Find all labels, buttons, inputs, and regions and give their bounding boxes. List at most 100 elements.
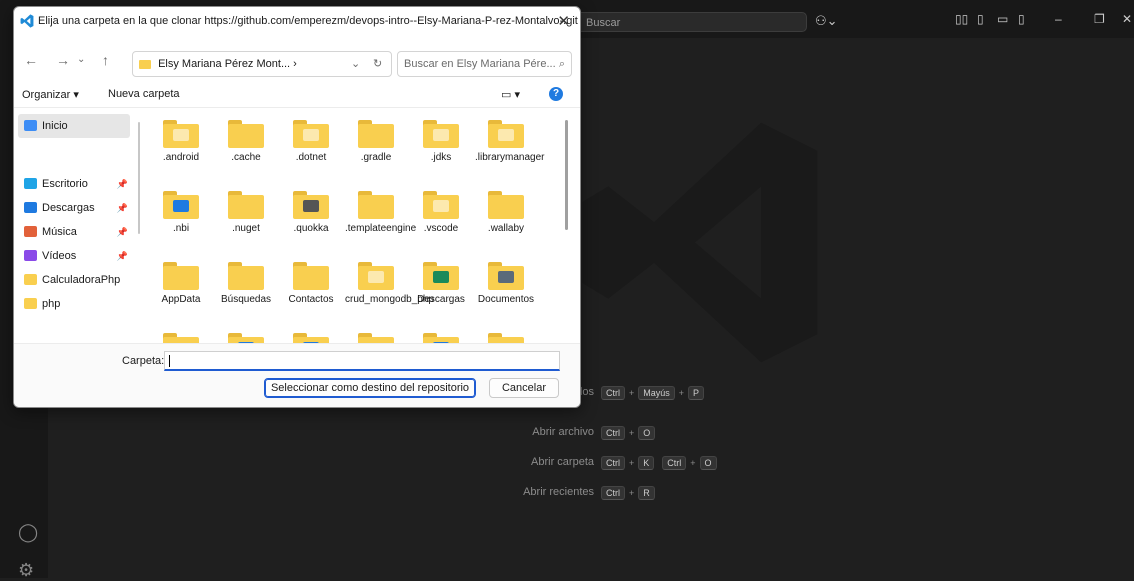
shortcut-keys: Ctrl + K Ctrl + O xyxy=(601,456,719,470)
folder-item[interactable]: .wallaby xyxy=(475,179,537,235)
folder-item[interactable]: .dotnet xyxy=(280,108,342,164)
shortcut-keys: Ctrl + R xyxy=(601,486,657,500)
key-cap: Ctrl xyxy=(601,456,625,470)
folder-item[interactable]: .nuget xyxy=(215,179,277,235)
forward-arrow-icon[interactable]: → xyxy=(56,52,70,68)
nav-item[interactable]: Escritorio 📌 xyxy=(18,172,130,196)
pin-icon: 📌 xyxy=(116,227,128,237)
nav-item[interactable]: Descargas 📌 xyxy=(18,196,130,220)
folder-item[interactable]: .cache xyxy=(215,108,277,164)
folder-item[interactable]: .android xyxy=(150,108,212,164)
nav-item[interactable]: CalculadoraPhp xyxy=(18,268,130,292)
new-folder-button[interactable]: Nueva carpeta xyxy=(108,88,180,100)
folder-item[interactable] xyxy=(215,321,277,343)
toggle-primary-sidebar-icon[interactable]: ▯ xyxy=(977,12,984,26)
folder-icon xyxy=(358,262,394,290)
music-icon xyxy=(24,226,37,237)
folder-item[interactable]: AppData xyxy=(150,250,212,306)
folder-item[interactable] xyxy=(345,321,407,343)
shortcut-label[interactable]: Abrir carpeta xyxy=(531,456,594,468)
shortcut-label[interactable]: Abrir recientes xyxy=(523,486,594,498)
folder-name: .android xyxy=(162,152,200,163)
nav-item[interactable]: Vídeos 📌 xyxy=(18,244,130,268)
close-icon[interactable]: ✕ xyxy=(557,12,570,30)
folder-icon xyxy=(163,333,199,343)
key-cap: R xyxy=(638,486,655,500)
nav-item-label: Escritorio xyxy=(42,178,88,190)
toggle-panel-icon[interactable]: ▭ xyxy=(997,12,1008,26)
folder-item[interactable] xyxy=(475,321,537,343)
video-icon xyxy=(24,250,37,261)
dialog-toolbar: Organizar ▾ Nueva carpeta ▭ ▾ ? xyxy=(14,83,580,108)
help-icon[interactable]: ? xyxy=(549,87,563,101)
folder-name: .cache xyxy=(231,152,261,163)
vscode-search-input[interactable]: Buscar xyxy=(575,12,807,32)
minimize-icon[interactable]: – xyxy=(1055,12,1062,26)
search-input[interactable]: Buscar en Elsy Mariana Pére... ⌕ xyxy=(397,51,572,77)
folder-item[interactable]: .templateengine xyxy=(345,179,416,235)
folder-item[interactable]: crud_mongodb_php xyxy=(345,250,434,306)
pane-scrollbar[interactable] xyxy=(138,122,140,234)
shortcut-label[interactable]: Abrir archivo xyxy=(532,426,594,438)
address-bar[interactable]: Elsy Mariana Pérez Mont... › ⌄ ↻ xyxy=(132,51,392,77)
folder-name: .nuget xyxy=(232,223,260,234)
folder-icon xyxy=(163,262,199,290)
cancel-button[interactable]: Cancelar xyxy=(489,378,559,398)
nav-item[interactable]: Música 📌 xyxy=(18,220,130,244)
folder-name: Contactos xyxy=(288,294,334,305)
organize-button[interactable]: Organizar ▾ xyxy=(22,88,79,101)
folder-icon xyxy=(358,333,394,343)
folder-item[interactable]: .vscode xyxy=(410,179,472,235)
dialog-title: Elija una carpeta en la que clonar https… xyxy=(38,15,578,27)
restore-icon[interactable]: ❐ xyxy=(1094,12,1105,26)
nav-item-label: php xyxy=(42,298,61,310)
folder-icon xyxy=(488,333,524,343)
close-window-icon[interactable]: ✕ xyxy=(1122,12,1132,26)
folder-name: .dotnet xyxy=(295,152,327,163)
folder-item[interactable]: .librarymanager xyxy=(475,108,545,164)
folder-item[interactable] xyxy=(410,321,472,343)
folder-name: crud_mongodb_php xyxy=(345,294,434,305)
view-options-icon[interactable]: ▭ ▾ xyxy=(501,88,520,101)
address-dropdown-icon[interactable]: ⌄ xyxy=(351,52,360,76)
folder-icon xyxy=(228,333,264,343)
nav-item[interactable]: php xyxy=(18,292,130,316)
folder-item[interactable] xyxy=(280,321,342,343)
recent-chevron-icon[interactable]: ⌄ xyxy=(77,54,85,65)
folder-name-input[interactable] xyxy=(164,351,560,371)
folder-item[interactable]: Descargas xyxy=(410,250,472,306)
plus-sign: + xyxy=(629,488,635,498)
refresh-icon[interactable]: ↻ xyxy=(373,52,382,76)
grid-scrollbar[interactable] xyxy=(565,120,568,230)
plus-sign: + xyxy=(629,458,635,468)
back-arrow-icon[interactable]: ← xyxy=(24,52,38,68)
folder-name: .gradle xyxy=(360,152,392,163)
folder-icon xyxy=(24,298,37,309)
folder-icon xyxy=(163,120,199,148)
nav-item-label: Descargas xyxy=(42,202,95,214)
folder-item[interactable]: Búsquedas xyxy=(215,250,277,306)
folder-item[interactable] xyxy=(150,321,212,343)
folder-item[interactable]: .quokka xyxy=(280,179,342,235)
folder-item[interactable]: .gradle xyxy=(345,108,407,164)
search-placeholder: Buscar en Elsy Mariana Pére... xyxy=(404,58,556,70)
up-arrow-icon[interactable]: ↑ xyxy=(102,52,109,68)
folder-icon xyxy=(293,333,329,343)
nav-item[interactable]: Inicio xyxy=(18,114,130,138)
folder-item[interactable]: .jdks xyxy=(410,108,472,164)
folder-icon xyxy=(293,120,329,148)
pin-icon: 📌 xyxy=(116,203,128,213)
nav-item-label: Vídeos xyxy=(42,250,77,262)
folder-item[interactable]: Documentos xyxy=(475,250,537,306)
folder-name: AppData xyxy=(161,294,201,305)
toggle-secondary-sidebar-icon[interactable]: ▯ xyxy=(1018,12,1025,26)
folder-item[interactable]: Contactos xyxy=(280,250,342,306)
customize-layout-icon[interactable]: ▯▯ xyxy=(955,12,968,26)
select-destination-button[interactable]: Seleccionar como destino del repositorio xyxy=(264,378,476,398)
folder-icon xyxy=(423,333,459,343)
account-icon[interactable]: ◯ xyxy=(18,522,38,543)
folder-picker-dialog: Elija una carpeta en la que clonar https… xyxy=(13,6,581,408)
copilot-icon[interactable]: ⚇⌄ xyxy=(815,13,838,29)
folder-name: .librarymanager xyxy=(475,152,545,163)
folder-item[interactable]: .nbi xyxy=(150,179,212,235)
